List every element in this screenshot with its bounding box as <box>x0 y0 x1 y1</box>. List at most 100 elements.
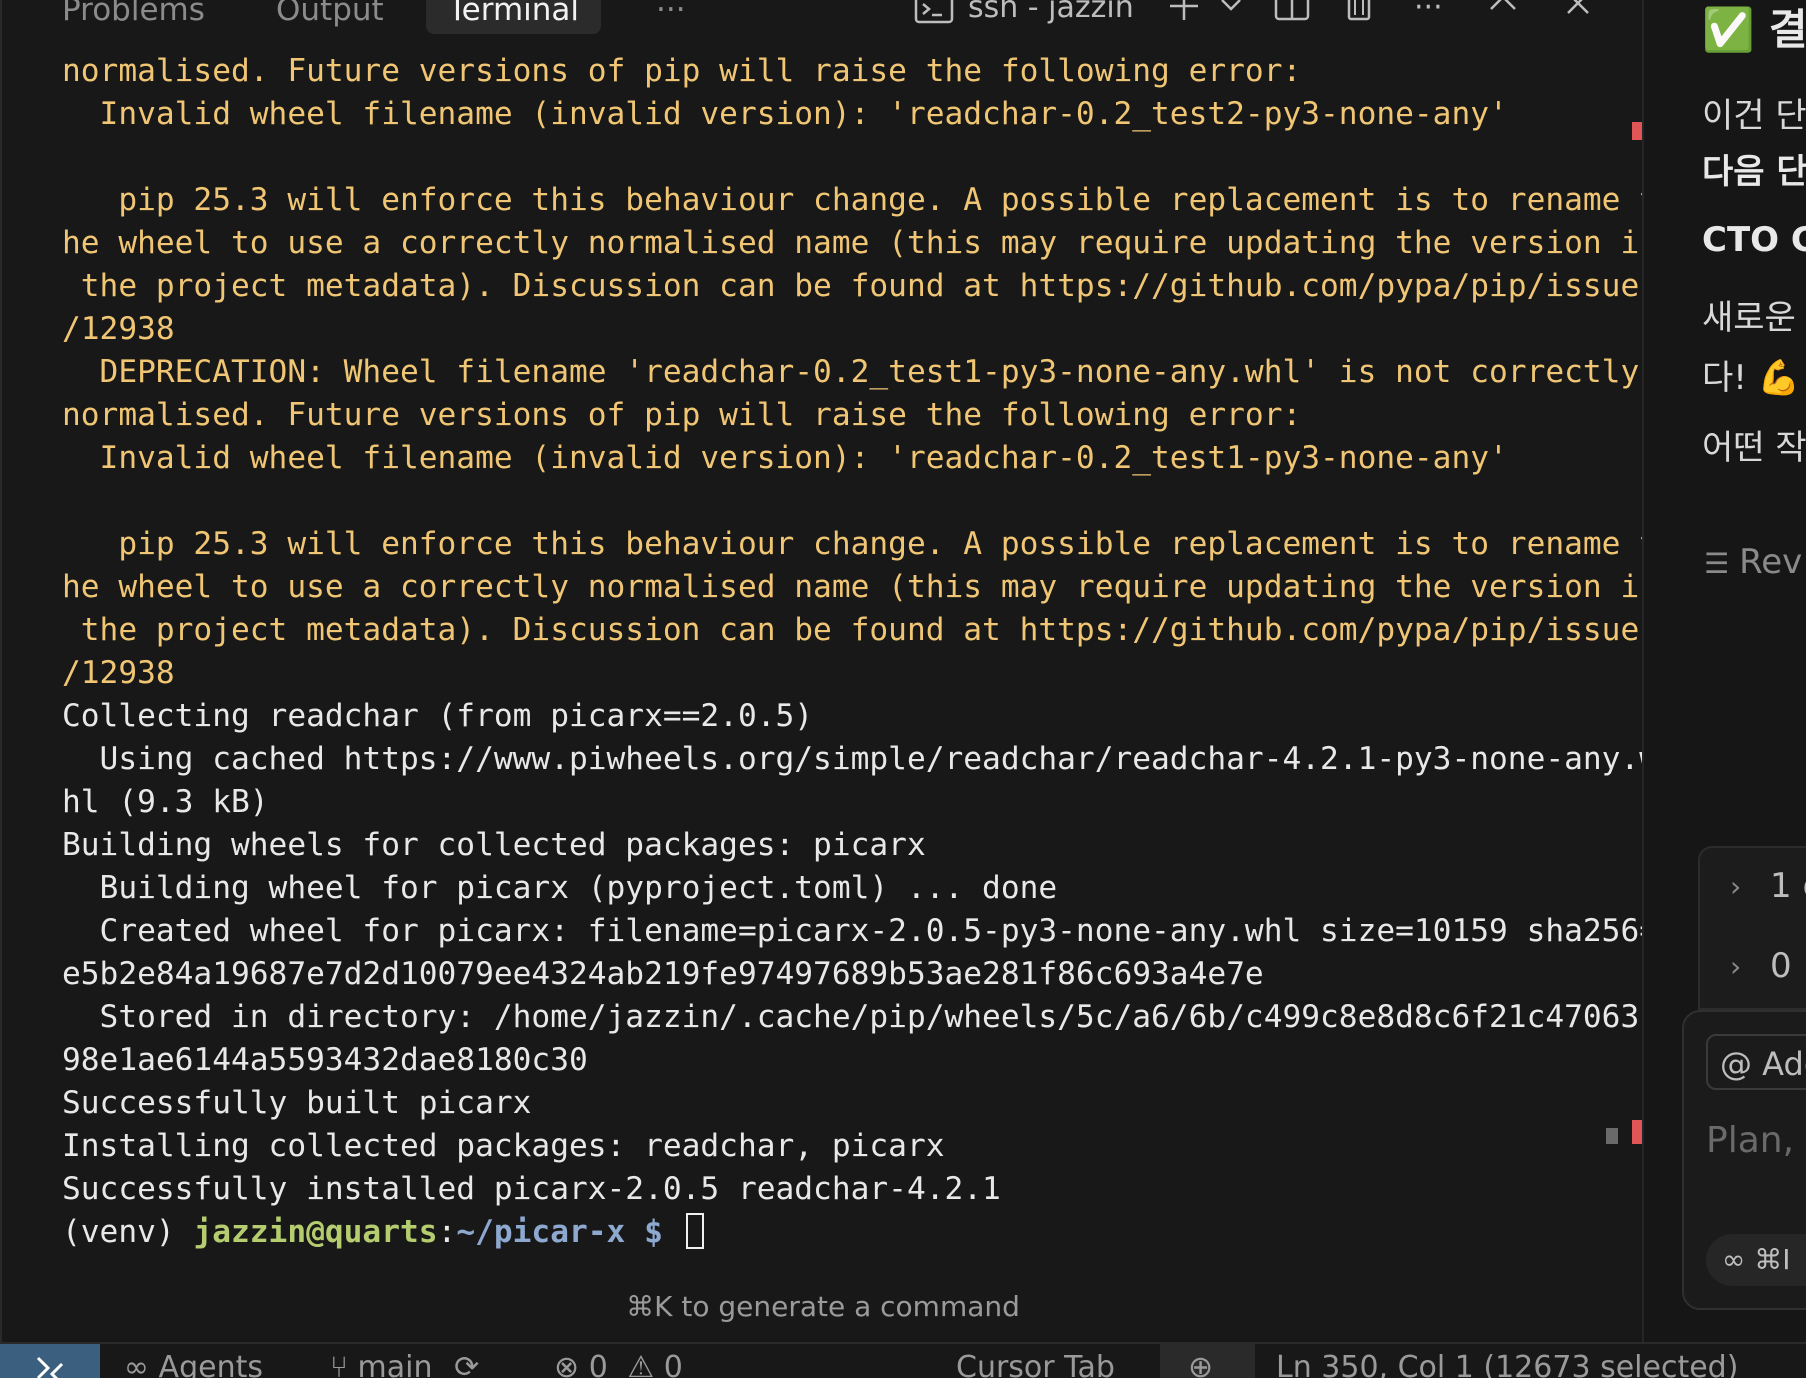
branch-button[interactable]: ⑂ main ⟳ <box>330 1350 479 1378</box>
maximize-panel-chevron-icon[interactable] <box>1488 0 1518 28</box>
terminal-line: normalised. Future versions of pip will … <box>62 394 1598 437</box>
terminal-text: the project metadata). Discussion can be… <box>62 612 1658 648</box>
terminal-text: /12938 <box>62 655 175 691</box>
terminal-text: Stored in directory: /home/jazzin/.cache… <box>62 999 1658 1035</box>
plus-circle-icon: ⊕ <box>1188 1350 1214 1378</box>
terminal-text: pip 25.3 will enforce this behaviour cha… <box>62 526 1658 562</box>
terminal-text: Successfully built picarx <box>62 1085 532 1121</box>
terminal-line: Created wheel for picarx: filename=picar… <box>62 910 1658 953</box>
tab-output[interactable]: Output <box>254 0 406 34</box>
chat-input-placeholder[interactable]: Plan, s <box>1706 1120 1806 1161</box>
terminal-text: Created wheel for picarx: filename=picar… <box>62 913 1658 949</box>
terminal-text: e5b2e84a19687e7d2d10079ee4324ab219fe9749… <box>62 956 1264 992</box>
terminal-output[interactable]: normalised. Future versions of pip will … <box>62 50 1658 1254</box>
prompt-separator: : <box>437 1214 457 1250</box>
terminal-line: Invalid wheel filename (invalid version)… <box>62 93 1598 136</box>
terminal-line: Building wheel for picarx (pyproject.tom… <box>62 867 1598 910</box>
chat-panel: ✅ 결 이건 단 다음 단 CTO C 새로운 다! 💪 어떤 작 ☰ Rev ›… <box>1642 0 1806 1342</box>
agents-label: Agents <box>158 1350 263 1378</box>
terminal-text: Successfully installed picarx-2.0.5 read… <box>62 1171 1001 1207</box>
terminal-line: 98e1ae6144a5593432dae8180c30 <box>62 1039 1598 1082</box>
terminal-line: DEPRECATION: Wheel filename 'readchar-0.… <box>62 351 1640 394</box>
terminal-text: 98e1ae6144a5593432dae8180c30 <box>62 1042 588 1078</box>
git-branch-icon: ⑂ <box>330 1350 348 1378</box>
list-icon: ☰ <box>1704 547 1730 580</box>
terminal-text: /12938 <box>62 311 175 347</box>
terminal-line: the project metadata). Discussion can be… <box>62 609 1658 652</box>
terminal-text: normalised. Future versions of pip will … <box>62 53 1302 89</box>
terminal-line: e5b2e84a19687e7d2d10079ee4324ab219fe9749… <box>62 953 1598 996</box>
chat-message-line: 어떤 작 <box>1702 428 1806 468</box>
terminal-line: Using cached https://www.piwheels.org/si… <box>62 738 1658 781</box>
terminal-line: he wheel to use a correctly normalised n… <box>62 566 1658 609</box>
chat-composer[interactable]: @ Add Plan, s ∞ ⌘I <box>1682 1010 1806 1310</box>
terminal-text: normalised. Future versions of pip will … <box>62 397 1302 433</box>
error-count: 0 <box>588 1350 608 1378</box>
new-terminal-plus-icon[interactable] <box>1166 0 1202 28</box>
terminal-line: pip 25.3 will enforce this behaviour cha… <box>62 523 1658 566</box>
chat-heading: ✅ 결 <box>1702 5 1806 54</box>
collapsible-section[interactable]: › 1 c <box>1698 846 1806 928</box>
problems-status[interactable]: ⊗ 0 ⚠ 0 <box>554 1350 683 1378</box>
section-count: 1 c <box>1770 866 1806 906</box>
cursor-tab-toggle[interactable]: ⊕ <box>1160 1344 1255 1378</box>
split-terminal-icon[interactable] <box>1274 0 1310 28</box>
terminal-line: normalised. Future versions of pip will … <box>62 50 1598 93</box>
more-actions-icon[interactable]: ··· <box>1414 0 1443 28</box>
sync-icon: ⟳ <box>454 1350 480 1378</box>
warning-count: 0 <box>663 1350 683 1378</box>
more-tabs-button[interactable]: ··· <box>634 0 708 34</box>
prompt-user-host: jazzin@quarts <box>193 1214 438 1250</box>
venv-label: (venv) <box>62 1214 194 1250</box>
collapsible-section[interactable]: › 0 <box>1698 928 1806 1010</box>
infinity-icon: ∞ <box>124 1350 149 1378</box>
terminal-line: /12938 <box>62 308 1598 351</box>
terminal-text: Installing collected packages: readchar,… <box>62 1128 945 1164</box>
chevron-right-icon: › <box>1730 870 1742 903</box>
panel-tab-bar: Problems Output Terminal ··· ssh - jazzi… <box>2 0 1644 40</box>
terminal-line: Building wheels for collected packages: … <box>62 824 1598 867</box>
terminal-instance-name[interactable]: ssh - jazzin <box>968 0 1134 28</box>
tab-terminal[interactable]: Terminal <box>426 0 602 34</box>
terminal-line: Invalid wheel filename (invalid version)… <box>62 437 1598 480</box>
prompt-symbol: $ <box>625 1214 682 1250</box>
prompt-path: ~/picar-x <box>456 1214 626 1250</box>
terminal-panel: Problems Output Terminal ··· ssh - jazzi… <box>0 0 1658 1342</box>
agent-mode-selector[interactable]: ∞ ⌘I <box>1706 1234 1806 1286</box>
trash-icon[interactable] <box>1344 0 1374 28</box>
terminal-text: Collecting readchar (from picarx==2.0.5) <box>62 698 814 734</box>
terminal-line: the project metadata). Discussion can be… <box>62 265 1658 308</box>
tab-problems[interactable]: Problems <box>40 0 227 34</box>
remote-connection-icon[interactable] <box>0 1344 100 1378</box>
chevron-down-icon[interactable] <box>1218 0 1244 28</box>
review-button[interactable]: ☰ Rev <box>1704 542 1802 582</box>
terminal-text: Using cached https://www.piwheels.org/si… <box>62 741 1658 777</box>
terminal-text: Invalid wheel filename (invalid version)… <box>62 440 1508 476</box>
terminal-text: he wheel to use a correctly normalised n… <box>62 569 1658 605</box>
close-icon[interactable] <box>1564 0 1592 28</box>
chat-message-line: 새로운 <box>1702 298 1796 338</box>
terminal-icon <box>914 0 954 28</box>
cursor-position[interactable]: Ln 350, Col 1 (12673 selected) <box>1276 1350 1738 1378</box>
terminal-text: hl (9.3 kB) <box>62 784 269 820</box>
terminal-line: pip 25.3 will enforce this behaviour cha… <box>62 179 1658 222</box>
cursor-tab-status[interactable]: Cursor Tab <box>956 1350 1115 1378</box>
terminal-text: the project metadata). Discussion can be… <box>62 268 1658 304</box>
terminal-line: /12938 <box>62 652 1598 695</box>
terminal-line: Collecting readchar (from picarx==2.0.5) <box>62 695 1598 738</box>
review-label: Rev <box>1739 542 1803 582</box>
section-count: 0 <box>1770 946 1792 986</box>
error-icon: ⊗ <box>554 1350 580 1378</box>
terminal-prompt[interactable]: (venv) jazzin@quarts:~/picar-x $ <box>62 1211 1598 1254</box>
generate-command-hint: ⌘K to generate a command <box>626 1290 1020 1323</box>
agents-button[interactable]: ∞ Agents <box>124 1350 263 1378</box>
terminal-text: he wheel to use a correctly normalised n… <box>62 225 1658 261</box>
chevron-right-icon: › <box>1730 950 1742 983</box>
branch-label: main <box>357 1350 433 1378</box>
chat-subheading: CTO C <box>1702 220 1806 260</box>
add-context-button[interactable]: @ Add <box>1706 1034 1806 1090</box>
status-bar: ∞ Agents ⑂ main ⟳ ⊗ 0 ⚠ 0 Cursor Tab ⊕ L… <box>0 1342 1806 1378</box>
terminal-text: Invalid wheel filename (invalid version)… <box>62 96 1508 132</box>
